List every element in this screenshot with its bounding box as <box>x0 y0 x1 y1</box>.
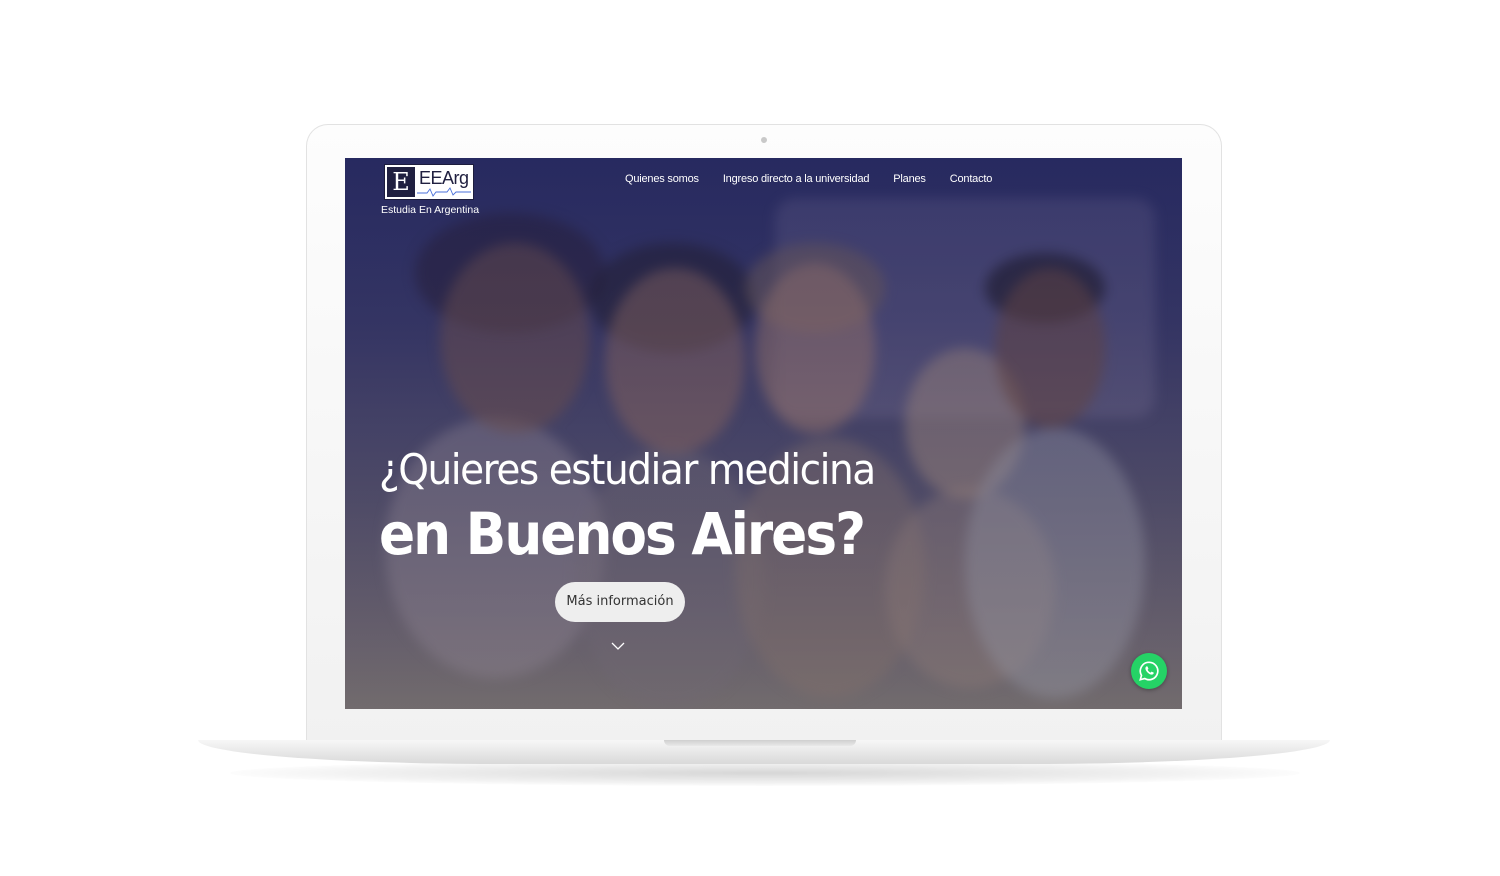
site-logo[interactable]: E EEArg Estudia En Argentina <box>381 164 481 220</box>
laptop-camera <box>761 137 767 143</box>
nav-item-planes[interactable]: Planes <box>893 173 926 185</box>
main-nav: Quienes somos Ingreso directo a la unive… <box>625 173 992 185</box>
more-info-button[interactable]: Más información <box>555 582 685 622</box>
whatsapp-icon <box>1139 661 1159 681</box>
logo-tagline: Estudia En Argentina <box>381 204 480 216</box>
logo-badge: E EEArg <box>384 164 474 200</box>
chevron-down-icon[interactable] <box>610 641 626 651</box>
hero-heading-line2: en Buenos Aires? <box>379 500 866 568</box>
website-screen: E EEArg Estudia En Argentina Quienes som… <box>345 158 1182 709</box>
whatsapp-chat-button[interactable] <box>1131 653 1167 689</box>
nav-item-quienes-somos[interactable]: Quienes somos <box>625 173 699 185</box>
heartbeat-icon <box>417 187 471 197</box>
nav-item-contacto[interactable]: Contacto <box>950 173 993 185</box>
hero-color-overlay <box>345 158 1182 709</box>
laptop-hinge-notch <box>664 740 856 746</box>
logo-brand-text: EEArg <box>419 168 469 188</box>
nav-item-ingreso-directo[interactable]: Ingreso directo a la universidad <box>723 173 870 185</box>
hero-heading-line1: ¿Quieres estudiar medicina <box>379 445 876 494</box>
logo-e-mark: E <box>387 167 415 197</box>
